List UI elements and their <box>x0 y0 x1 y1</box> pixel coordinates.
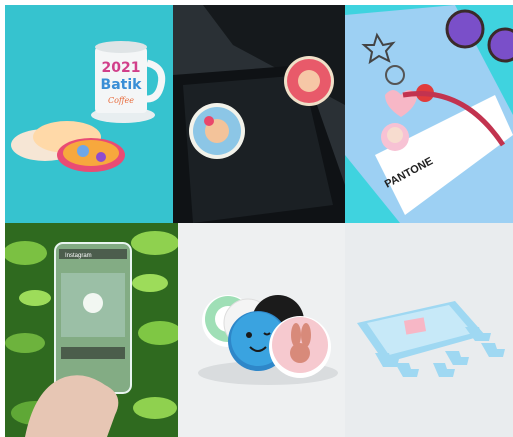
tile-phone-grips[interactable] <box>173 5 345 223</box>
mug-script-text: Coffee <box>108 96 134 105</box>
mug-word-text: Batik <box>101 77 143 93</box>
keychain-card-photo: PANTONE <box>345 5 513 223</box>
phone-app-label: Instagram <box>65 253 92 259</box>
tile-pop-sockets[interactable] <box>178 223 345 437</box>
photo-grid: 2021 Batik Coffee PANTONE Instagram <box>0 0 513 437</box>
tile-mug-coasters[interactable]: 2021 Batik Coffee <box>5 5 173 223</box>
mug-coasters-photo: 2021 Batik Coffee <box>5 5 173 223</box>
pop-sockets-photo <box>178 223 345 437</box>
puzzle-photo <box>345 223 513 437</box>
tile-keychain-card[interactable]: PANTONE <box>345 5 513 223</box>
tile-acrylic-phone[interactable]: Instagram <box>5 223 178 437</box>
tile-puzzle[interactable] <box>345 223 513 437</box>
phone-grips-photo <box>173 5 345 223</box>
acrylic-phone-photo: Instagram <box>5 223 178 437</box>
mug-year-text: 2021 <box>102 60 141 76</box>
